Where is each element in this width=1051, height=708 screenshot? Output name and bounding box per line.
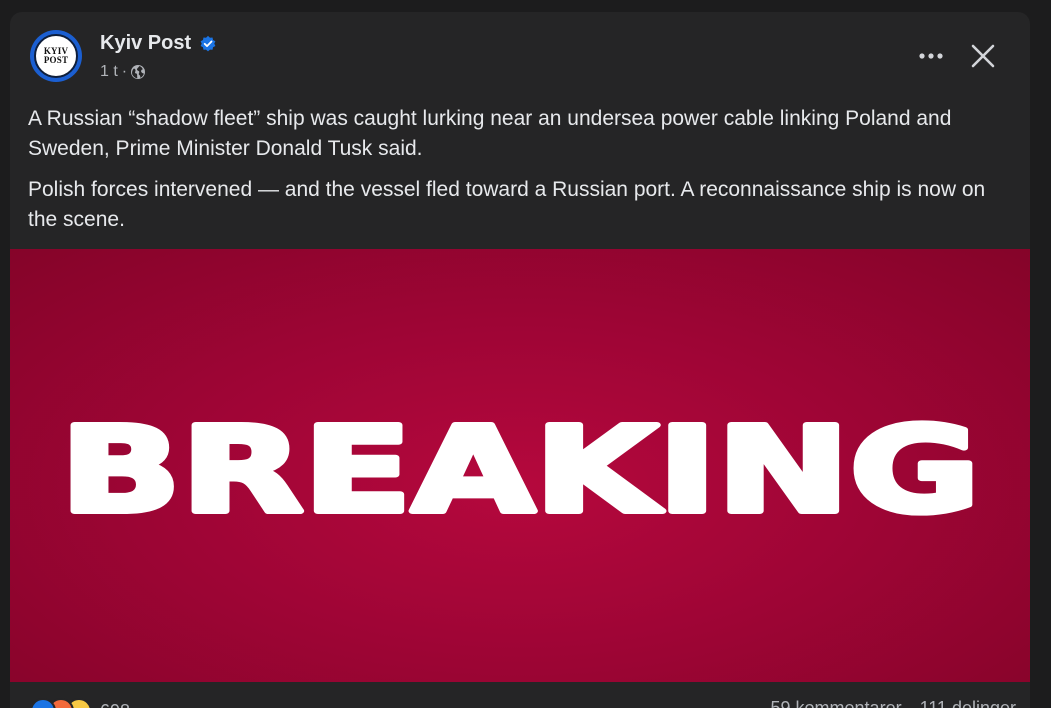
post-footer: 698 59 kommentarer · 111 delinger xyxy=(10,682,1030,708)
post-paragraph-1: A Russian “shadow fleet” ship was caught… xyxy=(28,107,952,160)
reaction-count: 698 xyxy=(100,701,130,708)
globe-icon[interactable] xyxy=(130,64,146,80)
post-timestamp[interactable]: 1 t xyxy=(100,63,118,81)
engagement-counts: 59 kommentarer · 111 delinger xyxy=(771,698,1016,708)
more-options-button[interactable] xyxy=(914,42,948,70)
reactions-summary[interactable]: 698 xyxy=(30,698,130,708)
shares-count-link[interactable]: 111 delinger xyxy=(920,698,1016,708)
post-image[interactable]: BREAKING xyxy=(10,249,1030,682)
avatar-logo: KYIV POST xyxy=(34,34,78,78)
page: KYIV POST Kyiv Post 1 t · A Russian “sha… xyxy=(0,0,1051,708)
avatar[interactable]: KYIV POST xyxy=(30,30,82,82)
post-paragraph-2: Polish forces intervened — and the vesse… xyxy=(28,178,986,231)
post-card: KYIV POST Kyiv Post 1 t · A Russian “sha… xyxy=(10,12,1030,708)
more-horizontal-icon xyxy=(919,53,943,59)
post-header: Kyiv Post 1 t · xyxy=(100,32,217,81)
counts-separator: · xyxy=(907,698,914,708)
breaking-image-text: BREAKING xyxy=(57,398,983,542)
close-icon xyxy=(971,44,995,68)
author-row: Kyiv Post xyxy=(100,32,217,55)
meta-separator: · xyxy=(121,63,128,80)
post-body: A Russian “shadow fleet” ship was caught… xyxy=(28,104,1018,246)
avatar-logo-line-2: POST xyxy=(43,55,69,65)
breaking-text: BREAKING xyxy=(60,401,980,539)
like-reaction-icon xyxy=(30,698,56,708)
close-button[interactable] xyxy=(966,40,1000,72)
verified-badge-icon xyxy=(200,35,216,51)
post-meta: 1 t · xyxy=(100,63,217,81)
comments-count-link[interactable]: 59 kommentarer xyxy=(771,698,902,708)
author-name[interactable]: Kyiv Post xyxy=(100,32,191,55)
